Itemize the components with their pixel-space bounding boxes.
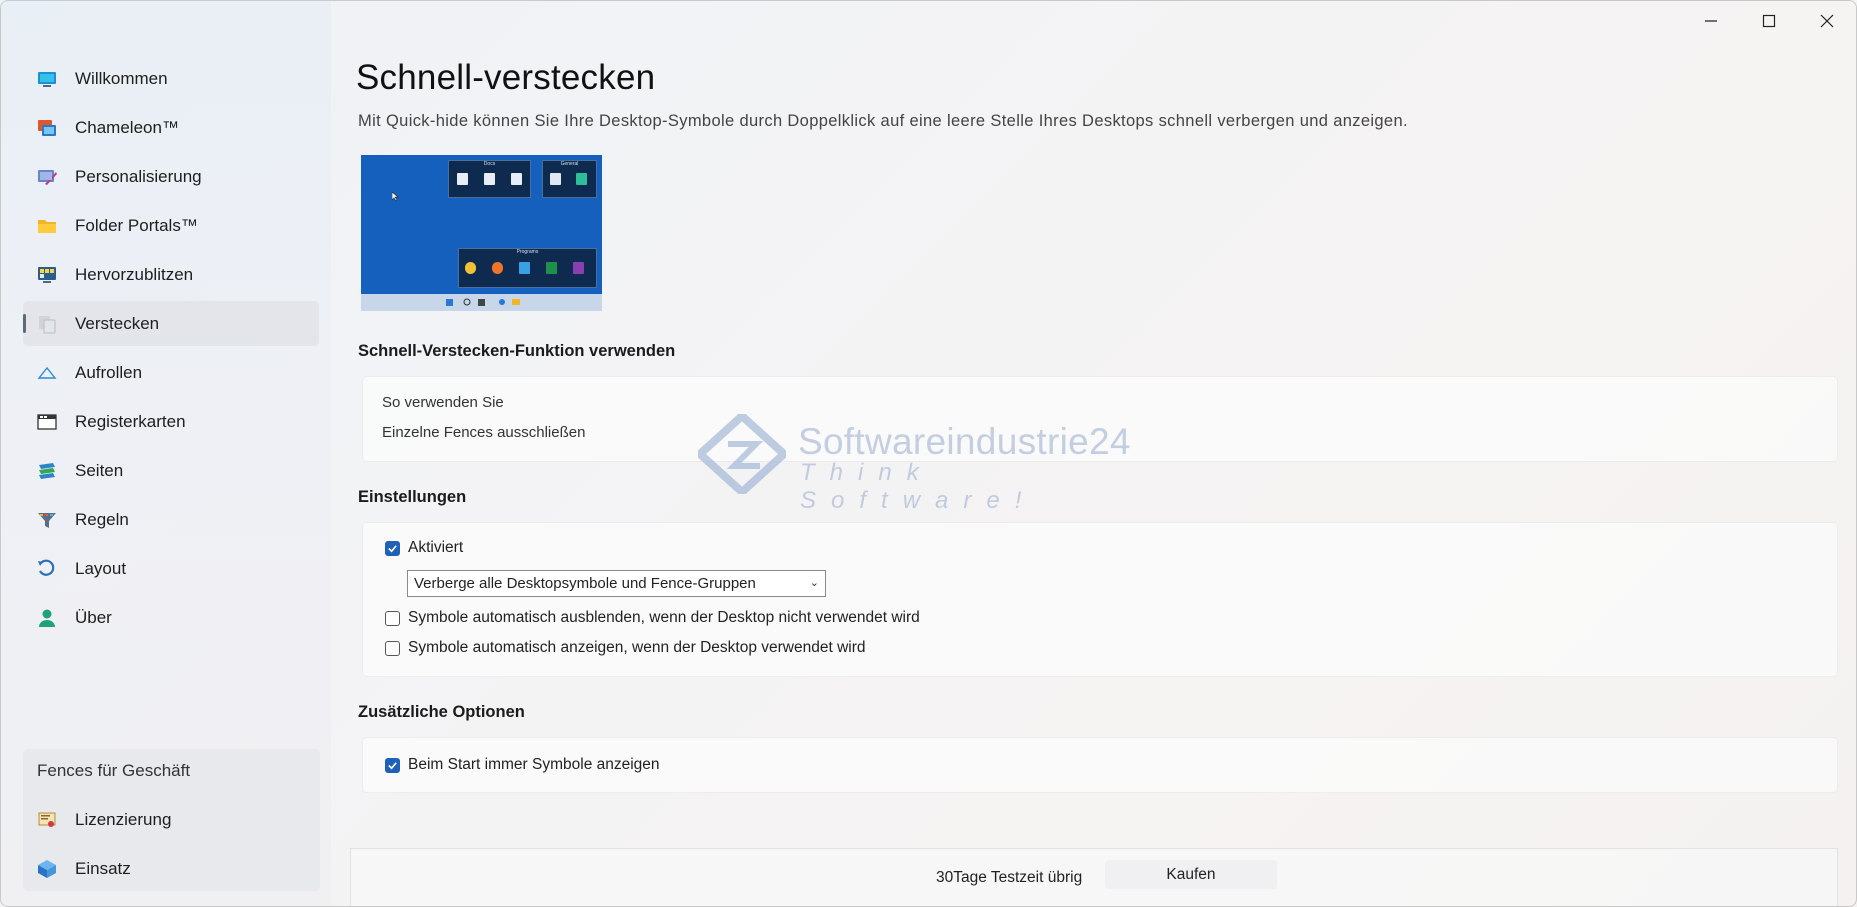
hide-icon: [39, 315, 56, 333]
auto-show-checkbox[interactable]: [385, 640, 400, 656]
chrome-icon: [465, 262, 476, 274]
business-title: Fences für Geschäft: [37, 761, 191, 780]
recycle-bin-icon: [550, 173, 561, 185]
highlight-icon: [38, 266, 56, 283]
page-description: Mit Quick-hide können Sie Ihre Desktop-S…: [358, 112, 1408, 130]
sidebar-item-ueber[interactable]: Über: [23, 595, 319, 640]
sidebar-item-personalisierung[interactable]: Personalisierung: [23, 154, 319, 199]
sidebar-item-label: Layout: [75, 558, 127, 578]
how-to-use-link[interactable]: So verwenden Sie: [382, 394, 504, 411]
hide-mode-dropdown[interactable]: Verberge alle Desktopsymbole und Fence-G…: [407, 570, 826, 597]
buy-button[interactable]: Kaufen: [1105, 860, 1277, 889]
auto-show-label: Symbole automatisch anzeigen, wenn der D…: [408, 639, 866, 656]
document-icon: [457, 173, 468, 185]
sidebar-item-label: Verstecken: [75, 313, 160, 333]
sidebar-item-chameleon[interactable]: Chameleon™: [23, 105, 319, 150]
auto-hide-row[interactable]: Symbole automatisch ausblenden, wenn der…: [385, 609, 920, 627]
monitor-icon: [38, 71, 56, 87]
sidebar-item-label: Lizenzierung: [75, 809, 172, 829]
preview-fence-docs: Docs: [448, 160, 531, 198]
tabs-icon: [37, 413, 57, 430]
auto-show-row[interactable]: Symbole automatisch anzeigen, wenn der D…: [385, 639, 866, 657]
user-icon: [39, 609, 55, 627]
pages-icon: [39, 462, 55, 479]
sidebar-item-seiten[interactable]: Seiten: [23, 448, 319, 493]
always-show-row[interactable]: Beim Start immer Symbole anzeigen: [385, 756, 660, 774]
page-title: Schnell-verstecken: [356, 58, 656, 97]
trial-text: 30Tage Testzeit übrig: [936, 869, 1083, 886]
sidebar: Willkommen Chameleon™ Personalisierung F…: [1, 1, 331, 906]
paint-icon: [38, 169, 57, 185]
taskbar-icons: [446, 298, 520, 306]
sidebar-item-regeln[interactable]: Regeln: [23, 497, 319, 542]
business-section: Fences für Geschäft Lizenzierung Einsatz: [23, 749, 320, 891]
preview-taskbar: [361, 294, 602, 311]
license-icon: [38, 812, 56, 827]
preview-fence-title: General: [560, 161, 579, 167]
onenote-icon: [573, 262, 584, 274]
sidebar-item-label: Seiten: [75, 460, 124, 480]
auto-hide-checkbox[interactable]: [385, 610, 400, 626]
sidebar-item-hervorzublitzen[interactable]: Hervorzublitzen: [23, 252, 319, 297]
sidebar-item-label: Regeln: [75, 509, 129, 529]
sidebar-item-lizenzierung[interactable]: Lizenzierung: [23, 797, 320, 842]
extra-section-title: Zusätzliche Optionen: [358, 703, 525, 721]
sidebar-item-label: Folder Portals™: [75, 215, 198, 235]
rollup-icon: [37, 366, 57, 379]
sidebar-item-aufrollen[interactable]: Aufrollen: [23, 350, 319, 395]
use-section-title: Schnell-Verstecken-Funktion verwenden: [358, 342, 676, 360]
sidebar-item-verstecken[interactable]: Verstecken: [23, 301, 319, 346]
filter-icon: [38, 512, 56, 528]
sidebar-item-einsatz[interactable]: Einsatz: [23, 846, 320, 891]
chevron-down-icon: ⌄: [809, 577, 819, 589]
sidebar-item-label: Über: [75, 607, 112, 627]
enabled-checkbox[interactable]: [385, 540, 400, 556]
sidebar-item-willkommen[interactable]: Willkommen: [23, 56, 319, 101]
document-icon: [484, 173, 495, 185]
always-show-label: Beim Start immer Symbole anzeigen: [408, 756, 660, 773]
document-icon: [511, 173, 522, 185]
sidebar-item-label: Personalisierung: [75, 166, 202, 186]
dropdown-value: Verberge alle Desktopsymbole und Fence-G…: [414, 575, 756, 592]
preview-fence-title: Docs: [483, 161, 496, 167]
auto-hide-label: Symbole automatisch ausblenden, wenn der…: [408, 609, 920, 626]
folder-icon: [38, 219, 56, 233]
sidebar-item-label: Einsatz: [75, 858, 131, 878]
sidebar-nav: Willkommen Chameleon™ Personalisierung F…: [23, 56, 319, 644]
enabled-row[interactable]: Aktiviert: [385, 539, 463, 557]
firefox-icon: [492, 262, 503, 274]
sidebar-item-label: Registerkarten: [75, 411, 186, 431]
main-content: Schnell-verstecken Mit Quick-hide können…: [356, 1, 1856, 906]
settings-card: Aktiviert Verberge alle Desktopsymbole u…: [362, 522, 1838, 677]
preview-fence-title: Programs: [516, 249, 539, 255]
exclude-fences-link[interactable]: Einzelne Fences ausschließen: [382, 424, 585, 441]
computer-icon: [576, 173, 587, 185]
sidebar-item-registerkarten[interactable]: Registerkarten: [23, 399, 319, 444]
preview-fence-general: General: [542, 160, 597, 198]
app-icon: [519, 262, 530, 274]
enabled-label: Aktiviert: [408, 539, 464, 556]
sidebar-item-label: Aufrollen: [75, 362, 143, 382]
use-card: So verwenden Sie Einzelne Fences ausschl…: [362, 376, 1838, 462]
extra-card: Beim Start immer Symbole anzeigen: [362, 737, 1838, 793]
settings-section-title: Einstellungen: [358, 488, 467, 506]
sidebar-item-label: Hervorzublitzen: [75, 264, 194, 284]
app-window: Willkommen Chameleon™ Personalisierung F…: [0, 0, 1857, 907]
preview-image: Docs General Programs: [361, 155, 602, 311]
footer-bar: 30Tage Testzeit übrig Kaufen: [350, 848, 1838, 906]
always-show-checkbox[interactable]: [385, 757, 400, 773]
chameleon-icon: [38, 119, 56, 136]
sidebar-item-folder-portals[interactable]: Folder Portals™: [23, 203, 319, 248]
sidebar-item-label: Willkommen: [75, 68, 168, 88]
excel-icon: [546, 262, 557, 274]
sidebar-item-label: Chameleon™: [75, 117, 179, 137]
sidebar-item-layout[interactable]: Layout: [23, 546, 319, 591]
layout-icon: [38, 559, 55, 576]
deploy-icon: [38, 859, 56, 878]
preview-fence-programs: Programs: [458, 248, 597, 288]
cursor-icon: [392, 192, 399, 202]
